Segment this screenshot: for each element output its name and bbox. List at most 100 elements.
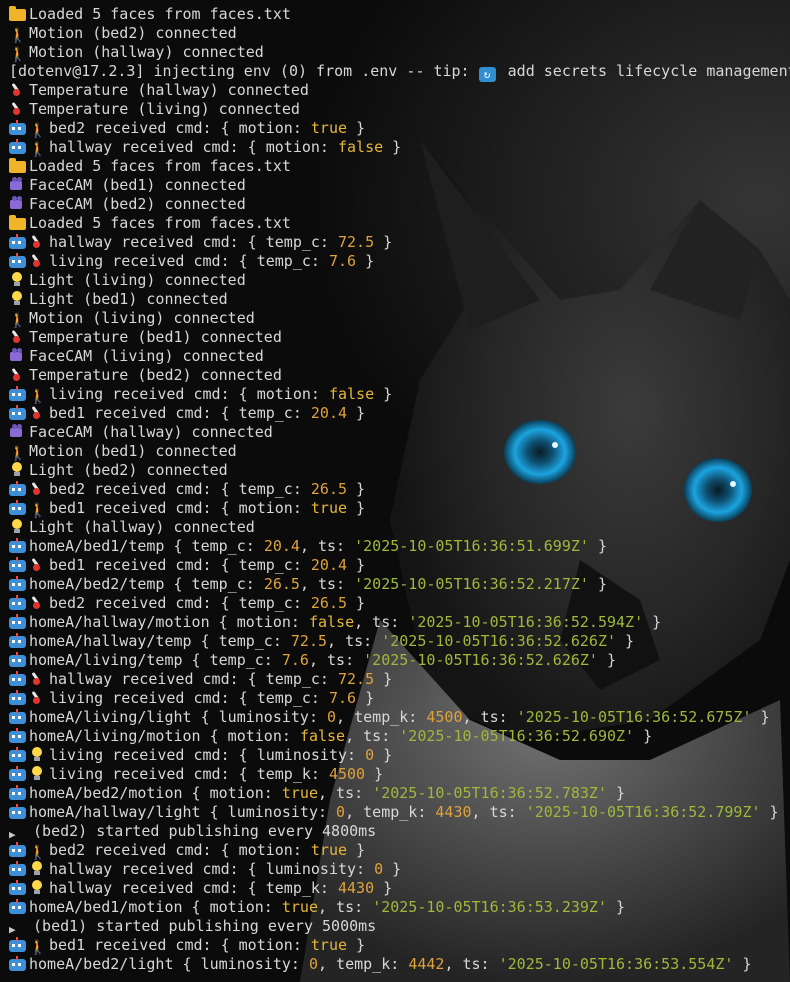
terminal-line: FaceCAM (living) connected	[9, 347, 790, 366]
log-text: FaceCAM (bed2) connected	[29, 195, 246, 213]
log-text: homeA/bed1/motion { motion:	[29, 898, 282, 916]
log-text: Motion (bed1) connected	[29, 442, 237, 460]
terminal-line: Temperature (living) connected	[9, 100, 790, 119]
terminal-line: Temperature (bed2) connected	[9, 366, 790, 385]
light-bulb-icon	[29, 747, 46, 762]
play-arrow-icon: ▶	[9, 828, 16, 841]
log-value: 20.4	[310, 404, 348, 422]
log-text: hallway received cmd: { temp_c:	[49, 670, 338, 688]
robot-icon	[9, 880, 26, 895]
robot-icon	[9, 937, 26, 952]
folder-icon	[9, 6, 26, 21]
terminal-line: 🚶 bed1 received cmd: { motion: true }	[9, 936, 790, 956]
log-value: 26.5	[263, 575, 300, 593]
log-text: homeA/bed1/temp { temp_c:	[29, 537, 264, 555]
log-value: true	[310, 119, 348, 137]
log-text: }	[374, 746, 393, 764]
terminal-line: Light (bed1) connected	[9, 290, 790, 309]
log-text: FaceCAM (bed1) connected	[29, 176, 246, 194]
robot-icon	[9, 405, 26, 420]
log-text: }	[347, 594, 366, 612]
log-text: living received cmd: { temp_k:	[49, 765, 329, 783]
log-text: , ts:	[345, 727, 400, 745]
terminal-line: homeA/bed1/temp { temp_c: 20.4, ts: '202…	[9, 537, 790, 556]
log-value: 72.5	[337, 233, 375, 251]
light-bulb-icon	[9, 291, 26, 306]
walking-person-icon: 🚶	[9, 313, 27, 329]
log-text: , ts:	[299, 537, 355, 555]
walking-person-icon: 🚶	[9, 446, 27, 462]
log-text: }	[365, 765, 384, 783]
camera-icon	[9, 348, 26, 363]
robot-icon	[9, 557, 26, 572]
robot-icon	[9, 956, 26, 971]
robot-icon	[9, 120, 26, 135]
log-text: , temp_k:	[345, 803, 436, 821]
robot-icon	[9, 386, 26, 401]
light-bulb-icon	[29, 766, 46, 781]
log-text: , temp_k:	[318, 955, 409, 973]
log-text: , ts:	[444, 955, 499, 973]
log-text: }	[356, 689, 375, 707]
terminal-line: homeA/hallway/motion { motion: false, ts…	[9, 613, 790, 632]
log-text: homeA/hallway/light { luminosity:	[29, 803, 337, 821]
robot-icon	[9, 785, 26, 800]
terminal-line: living received cmd: { temp_k: 4500 }	[9, 765, 790, 784]
thermometer-icon	[9, 367, 26, 382]
log-value: 4500	[426, 708, 463, 726]
log-text: }	[374, 879, 393, 897]
log-text: }	[374, 233, 393, 251]
walking-person-icon: 🚶	[29, 142, 47, 158]
log-text: hallway received cmd: { temp_k:	[49, 879, 338, 897]
log-text: }	[356, 252, 375, 270]
terminal-line: hallway received cmd: { luminosity: 0 }	[9, 860, 790, 879]
log-text: homeA/bed2/motion { motion:	[29, 784, 282, 802]
log-value: '2025-10-05T16:36:52.799Z'	[525, 803, 761, 821]
log-text: }	[374, 670, 393, 688]
thermometer-icon	[9, 329, 26, 344]
log-text: }	[383, 138, 402, 156]
log-text: }	[588, 575, 607, 593]
log-value: 4500	[328, 765, 366, 783]
log-value: '2025-10-05T16:36:52.217Z'	[354, 575, 589, 593]
walking-person-icon: 🚶	[29, 123, 47, 139]
light-bulb-icon	[29, 880, 46, 895]
terminal-line: bed2 received cmd: { temp_c: 26.5 }	[9, 480, 790, 499]
log-text: homeA/bed2/light { luminosity:	[29, 955, 309, 973]
log-text: bed1 received cmd: { motion:	[49, 499, 311, 517]
log-value: 0	[336, 803, 346, 821]
terminal-line: homeA/living/motion { motion: false, ts:…	[9, 727, 790, 746]
robot-icon	[9, 234, 26, 249]
robot-icon	[9, 614, 26, 629]
terminal-output[interactable]: Loaded 5 faces from faces.txt 🚶 Motion (be…	[0, 0, 790, 974]
log-value: '2025-10-05T16:36:52.783Z'	[372, 784, 607, 802]
walking-person-icon: 🚶	[29, 845, 47, 861]
log-value: 0	[365, 746, 375, 764]
log-value: true	[310, 499, 348, 517]
terminal-line: FaceCAM (bed2) connected	[9, 195, 790, 214]
log-value: '2025-10-05T16:36:52.626Z'	[381, 632, 617, 650]
log-text: , ts:	[327, 632, 382, 650]
camera-icon	[9, 424, 26, 439]
thermometer-icon	[29, 481, 46, 496]
log-text: homeA/living/motion { motion:	[29, 727, 300, 745]
log-value: false	[328, 385, 375, 403]
log-text: Loaded 5 faces from faces.txt	[29, 5, 291, 23]
log-text: }	[347, 480, 366, 498]
log-value: true	[281, 898, 318, 916]
log-text: }	[634, 727, 653, 745]
log-text: bed2 received cmd: { temp_c:	[49, 480, 311, 498]
robot-icon	[9, 595, 26, 610]
terminal-line: Light (bed2) connected	[9, 461, 790, 480]
log-value: 4430	[337, 879, 375, 897]
walking-person-icon: 🚶	[29, 503, 47, 519]
log-text: , ts:	[471, 803, 526, 821]
log-text: bed1 received cmd: { temp_c:	[49, 404, 311, 422]
log-text: bed2 received cmd: { temp_c:	[49, 594, 311, 612]
log-text: Light (hallway) connected	[29, 518, 255, 536]
terminal-line: Loaded 5 faces from faces.txt	[9, 157, 790, 176]
log-text: }	[347, 936, 366, 954]
refresh-cycle-icon: ↻	[478, 67, 496, 82]
log-value: true	[281, 784, 318, 802]
log-value: 26.5	[310, 594, 348, 612]
